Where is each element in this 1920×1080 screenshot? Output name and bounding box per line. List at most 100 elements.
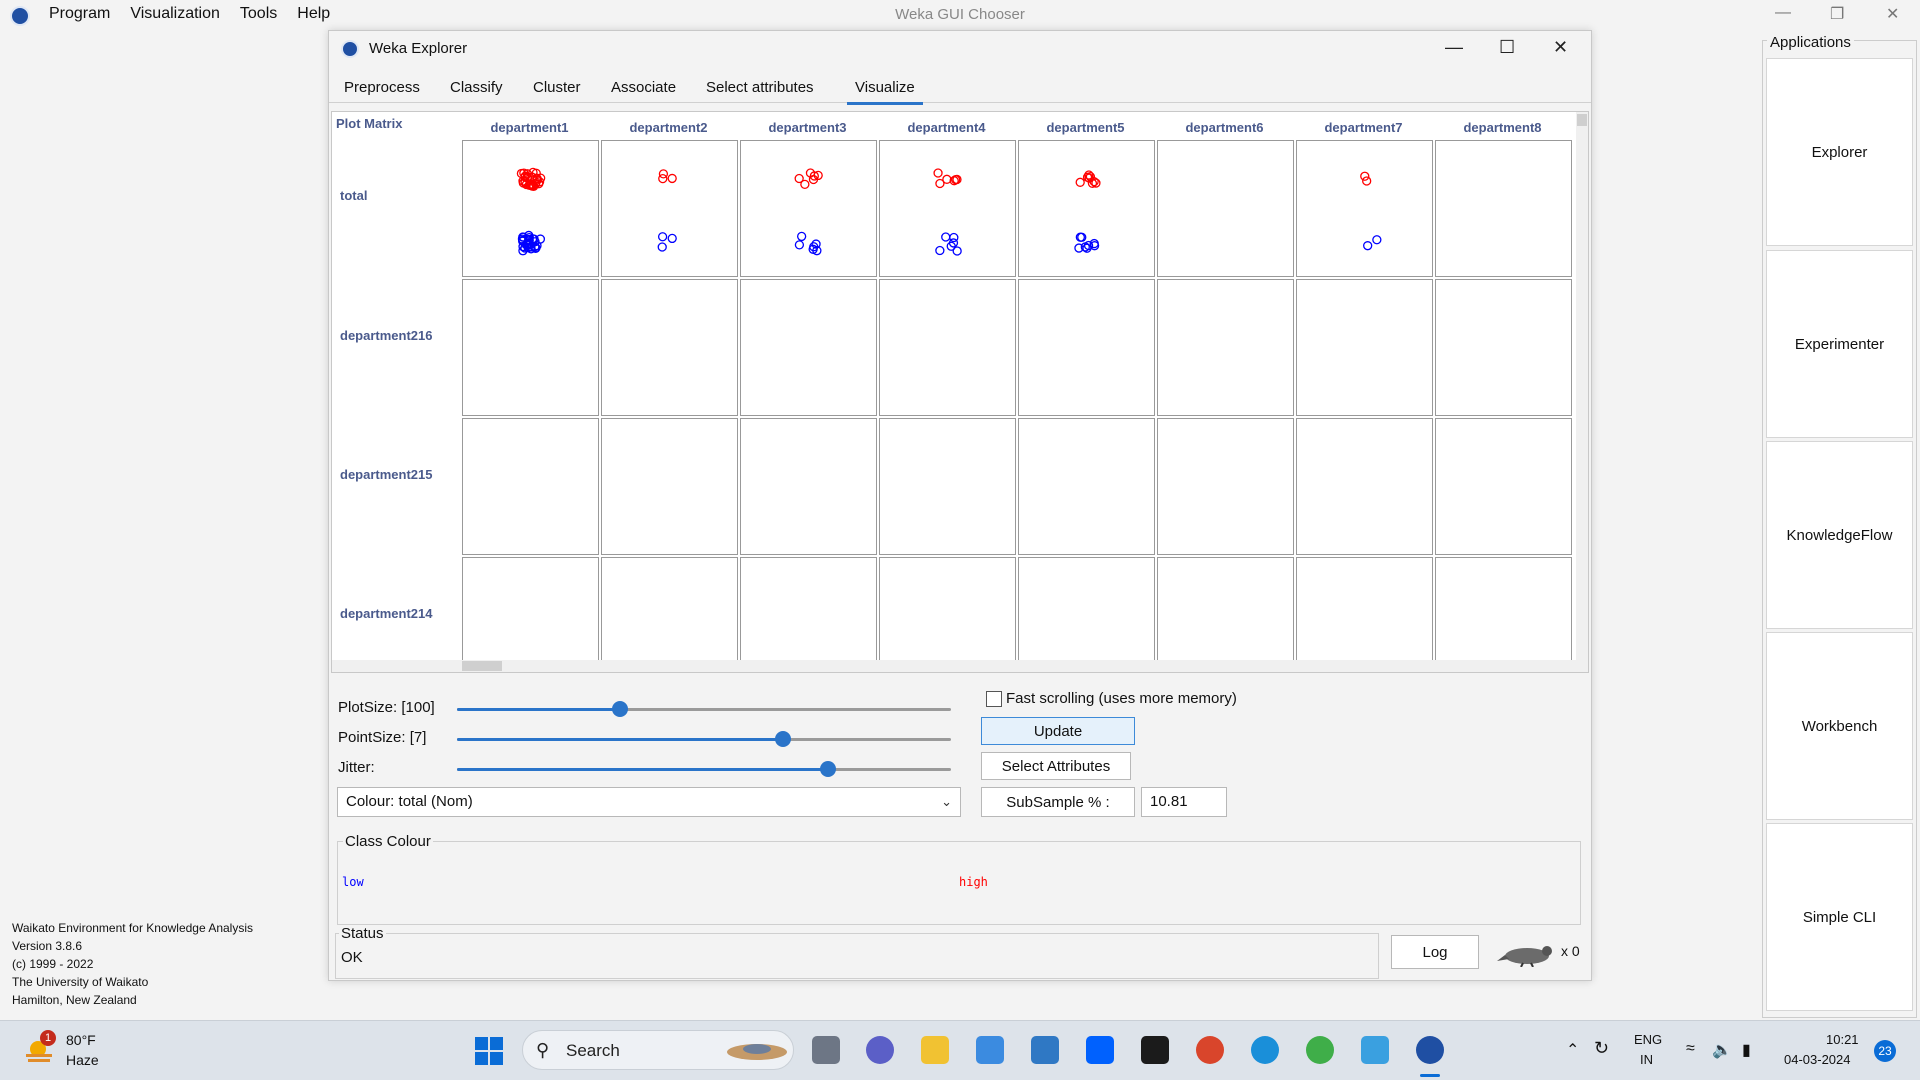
matrix-cell[interactable] [879, 140, 1016, 277]
task-view-icon[interactable] [812, 1036, 840, 1064]
matrix-cell[interactable] [1435, 140, 1572, 277]
knowledgeflow-app-button[interactable]: KnowledgeFlow [1766, 441, 1913, 629]
point-low [797, 231, 807, 242]
chrome-icon[interactable] [1306, 1036, 1334, 1064]
scroll-thumb[interactable] [1577, 114, 1587, 126]
matrix-cell[interactable] [1157, 418, 1294, 555]
point-size-label: PointSize: [7] [338, 729, 427, 746]
weka-bird-icon [1497, 946, 1552, 967]
subsample-button[interactable]: SubSample % : [981, 787, 1135, 817]
windows-start-icon[interactable] [474, 1036, 504, 1066]
matrix-cell[interactable] [462, 140, 599, 277]
matrix-cell[interactable] [1435, 279, 1572, 416]
matrix-cell[interactable] [462, 557, 599, 672]
microsoft-store-icon[interactable] [976, 1036, 1004, 1064]
sync-icon[interactable]: ↻ [1594, 1038, 1609, 1059]
explorer-minimize-button[interactable]: — [1445, 37, 1463, 58]
weka-taskbar-icon[interactable] [1416, 1036, 1444, 1064]
matrix-cell[interactable] [1296, 279, 1433, 416]
matrix-cell[interactable] [1018, 279, 1155, 416]
matrix-cell[interactable] [740, 418, 877, 555]
matrix-cell[interactable] [1018, 557, 1155, 672]
row-header: total [340, 188, 368, 203]
fast-scrolling-checkbox[interactable] [986, 691, 1002, 707]
matrix-cell[interactable] [601, 557, 738, 672]
matrix-cell[interactable] [1296, 140, 1433, 277]
scroll-thumb[interactable] [462, 661, 502, 671]
wifi-icon[interactable]: ≈ [1686, 1040, 1695, 1058]
matrix-cell[interactable] [740, 557, 877, 672]
explorer-app-button[interactable]: Explorer [1766, 58, 1913, 246]
clock-time[interactable]: 10:21 [1826, 1032, 1859, 1047]
matrix-cell[interactable] [879, 418, 1016, 555]
matrix-cell[interactable] [1435, 418, 1572, 555]
matrix-cell[interactable] [1157, 557, 1294, 672]
matrix-cell[interactable] [1018, 418, 1155, 555]
matrix-cell[interactable] [601, 418, 738, 555]
matrix-cell[interactable] [1018, 140, 1155, 277]
chooser-close-button[interactable]: ✕ [1886, 4, 1899, 24]
simple-cli-app-button[interactable]: Simple CLI [1766, 823, 1913, 1011]
matrix-cell[interactable] [740, 279, 877, 416]
matrix-cell[interactable] [601, 140, 738, 277]
plot-matrix: Plot Matrix department1 department2 depa… [331, 111, 1589, 673]
colour-select-value: Colour: total (Nom) [346, 793, 473, 810]
notification-badge[interactable]: 23 [1874, 1040, 1896, 1062]
clock-date[interactable]: 04-03-2024 [1784, 1052, 1851, 1067]
class-colour-low[interactable]: low [342, 875, 364, 889]
matrix-cell[interactable] [1296, 418, 1433, 555]
tab-select-attributes[interactable]: Select attributes [706, 79, 814, 96]
tab-classify[interactable]: Classify [450, 79, 503, 96]
file-explorer-icon[interactable] [921, 1036, 949, 1064]
jitter-slider-knob[interactable] [819, 761, 836, 777]
chooser-maximize-button[interactable]: ❐ [1830, 4, 1844, 24]
notepad-icon[interactable] [1361, 1036, 1389, 1064]
plot-size-slider-knob[interactable] [612, 701, 629, 717]
matrix-horizontal-scrollbar[interactable] [332, 660, 1578, 672]
battery-icon[interactable]: ▮ [1742, 1040, 1751, 1060]
matrix-cell[interactable] [1435, 557, 1572, 672]
tab-associate[interactable]: Associate [611, 79, 676, 96]
matrix-cell[interactable] [879, 279, 1016, 416]
update-button[interactable]: Update [981, 717, 1135, 745]
chooser-minimize-button[interactable]: — [1775, 4, 1791, 22]
teams-chat-icon[interactable] [866, 1036, 894, 1064]
log-button[interactable]: Log [1391, 935, 1479, 969]
tab-cluster[interactable]: Cluster [533, 79, 581, 96]
status-text: OK [341, 949, 363, 966]
matrix-cell[interactable] [462, 279, 599, 416]
app-red-icon[interactable] [1196, 1036, 1224, 1064]
language-bottom[interactable]: IN [1640, 1052, 1653, 1067]
mail-icon[interactable] [1031, 1036, 1059, 1064]
explorer-maximize-button[interactable]: ☐ [1499, 37, 1515, 58]
dropbox-icon[interactable] [1086, 1036, 1114, 1064]
workbench-app-button[interactable]: Workbench [1766, 632, 1913, 820]
matrix-cell[interactable] [601, 279, 738, 416]
point-low [949, 232, 959, 243]
experimenter-app-button[interactable]: Experimenter [1766, 250, 1913, 438]
matrix-cell[interactable] [462, 418, 599, 555]
edge-icon[interactable] [1251, 1036, 1279, 1064]
language-top[interactable]: ENG [1634, 1032, 1662, 1047]
matrix-cell[interactable] [1296, 557, 1433, 672]
chevron-up-icon[interactable]: ⌃ [1566, 1040, 1579, 1060]
search-highlight-icon [727, 1044, 787, 1060]
tab-preprocess[interactable]: Preprocess [344, 79, 420, 96]
colour-select[interactable]: Colour: total (Nom) ⌄ [337, 787, 961, 817]
subsample-input[interactable]: 10.81 [1141, 787, 1227, 817]
volume-muted-icon[interactable]: 🔈 [1712, 1040, 1732, 1060]
select-attributes-button[interactable]: Select Attributes [981, 752, 1131, 780]
tab-visualize[interactable]: Visualize [847, 79, 923, 105]
matrix-cell[interactable] [1157, 279, 1294, 416]
app-lightning-icon[interactable] [1141, 1036, 1169, 1064]
point-size-slider-knob[interactable] [775, 731, 792, 747]
explorer-tabs: Preprocess Classify Cluster Associate Se… [329, 71, 1591, 105]
matrix-vertical-scrollbar[interactable] [1576, 112, 1588, 672]
explorer-close-button[interactable]: ✕ [1553, 37, 1568, 58]
matrix-cell[interactable] [879, 557, 1016, 672]
column-header: department5 [1046, 120, 1125, 135]
matrix-cell[interactable] [1157, 140, 1294, 277]
scatter-plot [794, 168, 823, 256]
class-colour-high[interactable]: high [959, 875, 988, 889]
matrix-cell[interactable] [740, 140, 877, 277]
